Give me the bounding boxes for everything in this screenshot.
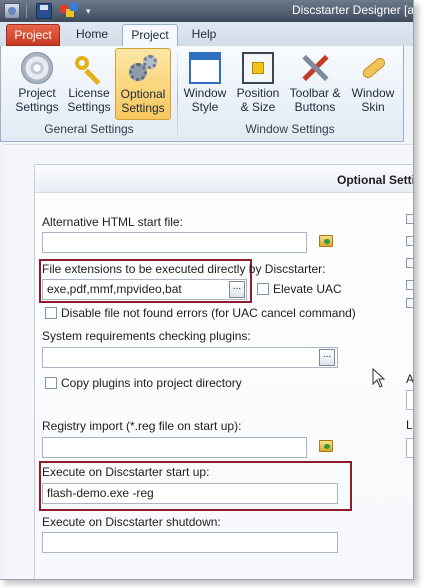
right-label-l: L [406,418,413,432]
button-label: Settings [15,100,59,114]
tab-home[interactable]: Home [64,24,120,46]
folder-open-icon[interactable] [319,235,333,247]
exec-shutdown-label: Execute on Discstarter shutdown: [42,515,221,529]
panel-header: Optional Settin [35,165,414,193]
license-settings-button[interactable]: License Settings [65,48,113,120]
button-label: Toolbar & [289,86,341,100]
elevate-uac-checkbox[interactable] [257,283,269,295]
save-icon[interactable] [36,3,52,19]
key-icon [73,52,105,85]
alt-html-input[interactable] [42,232,307,253]
group-label-general-settings: General Settings [44,122,134,136]
position-size-button[interactable]: Position & Size [233,48,283,120]
toolbar-buttons-button[interactable]: Toolbar & Buttons [285,48,345,120]
button-label: & Size [240,100,276,114]
copy-plugins-label: Copy plugins into project directory [61,376,242,390]
quick-access-dropdown-icon[interactable]: ▾ [86,6,91,17]
right-checkbox[interactable] [406,214,413,224]
position-icon [242,52,274,84]
registry-input[interactable] [42,437,307,458]
right-label-a: A [406,372,414,386]
tab-application-menu[interactable]: Project [6,24,60,46]
registry-label: Registry import (*.reg file on start up)… [42,419,242,433]
button-label: Window [351,86,395,100]
ribbon: Project Settings License Settings Option… [0,46,404,142]
right-checkbox[interactable] [406,258,413,268]
group-label-window-settings: Window Settings [245,122,335,136]
window-title: Discstarter Designer [a [292,3,414,17]
button-label: Optional [120,87,166,101]
title-bar: ▾ Discstarter Designer [a [0,0,413,22]
optional-settings-button[interactable]: Optional Settings [115,48,171,120]
disable-errors-label: Disable file not found errors (for UAC c… [61,306,356,320]
sysreq-label: System requirements checking plugins: [42,329,251,343]
sysreq-browse-button[interactable]: ... [319,349,335,366]
bandage-icon [357,52,389,84]
file-extensions-browse-button[interactable]: ... [229,281,245,298]
exec-start-label: Execute on Discstarter start up: [42,465,210,479]
right-checkbox[interactable] [406,236,413,246]
button-label: Buttons [294,100,336,114]
tools-quick-icon[interactable] [60,3,80,19]
project-settings-button[interactable]: Project Settings [13,48,61,120]
tab-help[interactable]: Help [182,24,226,46]
ribbon-tabs: Project Home Project Help [0,22,413,46]
cd-icon [21,52,53,84]
application-window: ▾ Discstarter Designer [a Project Home P… [0,0,414,580]
button-label: Settings [121,101,165,115]
optional-settings-panel: Optional Settin Alternative HTML start f… [34,164,414,579]
tab-project[interactable]: Project [122,24,178,46]
disable-errors-checkbox[interactable] [45,307,57,319]
right-checkbox[interactable] [406,298,413,308]
exec-shutdown-input[interactable] [42,532,338,553]
content-area: Optional Settin Alternative HTML start f… [4,142,414,579]
app-logo-icon[interactable] [4,3,20,19]
file-extensions-label: File extensions to be executed directly … [42,262,326,276]
button-label: Style [191,100,219,114]
button-label: License [68,86,110,100]
file-extensions-input[interactable]: exe,pdf,mmf,mpvideo,bat [42,279,247,300]
tools-icon [299,52,331,84]
button-label: Project [18,86,56,100]
button-label: Skin [361,100,385,114]
right-input[interactable] [406,438,413,458]
panel-title: Optional Settin [337,173,414,187]
button-label: Position [236,86,280,100]
exec-start-input[interactable]: flash-demo.exe -reg [42,483,338,504]
copy-plugins-checkbox[interactable] [45,377,57,389]
button-label: Window [183,86,227,100]
window-skin-button[interactable]: Window Skin [347,48,399,120]
folder-open-icon[interactable] [319,440,333,452]
right-checkbox[interactable] [406,280,413,290]
window-icon [189,52,221,84]
right-input[interactable] [406,390,413,410]
elevate-uac-label: Elevate UAC [273,282,342,296]
mouse-cursor-icon [372,368,386,388]
alt-html-label: Alternative HTML start file: [42,215,183,229]
gear-icon [127,53,159,85]
sysreq-input[interactable] [42,347,338,368]
button-label: Settings [67,100,111,114]
window-style-button[interactable]: Window Style [181,48,229,120]
